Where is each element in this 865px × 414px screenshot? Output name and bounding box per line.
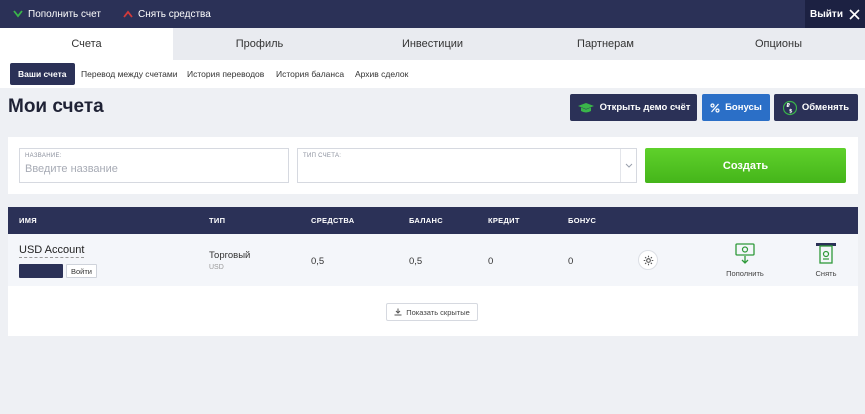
cash-out-icon	[816, 243, 836, 264]
arrow-up-icon	[123, 10, 133, 18]
column-header-name: ИМЯ	[19, 216, 37, 225]
open-demo-account-button[interactable]: Открыть демо счёт	[570, 94, 697, 121]
percent-icon	[710, 102, 720, 113]
show-hidden-label: Показать скрытые	[406, 307, 470, 317]
page-title: Мои счета	[8, 96, 104, 117]
withdraw-button[interactable]: Снять	[808, 242, 844, 278]
account-type-label: ТИП СЧЕТА:	[303, 153, 342, 159]
download-icon	[394, 308, 402, 316]
column-header-type: ТИП	[209, 216, 226, 225]
account-number-badge	[19, 264, 63, 278]
exchange-icon: ₽$	[782, 100, 797, 115]
deposit-account-label: Пополнить счет	[28, 8, 101, 20]
column-header-balance: БАЛАНС	[409, 216, 443, 225]
account-name-link[interactable]: USD Account	[19, 244, 85, 258]
logout-label: Выйти	[810, 8, 843, 20]
account-name-field[interactable]: НАЗВАНИЕ:	[19, 148, 289, 183]
account-type-value: Торговый	[209, 250, 251, 261]
top-bar: Пополнить счет Снять средства Выйти	[0, 0, 865, 28]
chevron-down-icon[interactable]	[620, 149, 636, 182]
main-tabs: Счета Профиль Инвестиции Партнерам Опцио…	[0, 28, 865, 60]
account-credit-value: 0	[488, 256, 494, 267]
subtab-transfer-history[interactable]: История переводов	[179, 63, 272, 85]
exchange-button[interactable]: ₽ $ Обменять	[774, 94, 858, 121]
check-down-icon	[13, 10, 23, 18]
deposit-button[interactable]: Пополнить	[721, 242, 769, 278]
open-demo-account-label: Открыть демо счёт	[599, 102, 691, 113]
withdraw-funds-label: Снять средства	[138, 8, 211, 20]
tab-options[interactable]: Опционы	[692, 28, 865, 60]
subtab-transfer-between-accounts[interactable]: Перевод между счетами	[73, 63, 185, 85]
tab-partners[interactable]: Партнерам	[519, 28, 692, 60]
deposit-label: Пополнить	[726, 269, 764, 278]
account-settings-button[interactable]	[638, 250, 658, 270]
gear-icon	[643, 255, 653, 265]
tab-investments[interactable]: Инвестиции	[346, 28, 519, 60]
create-account-button[interactable]: Создать	[645, 148, 846, 183]
logout-button[interactable]: Выйти	[805, 0, 865, 28]
account-type-select[interactable]: ТИП СЧЕТА:	[297, 148, 637, 183]
table-row: USD Account Войти Торговый USD 0,5 0,5 0…	[8, 234, 858, 286]
graduation-cap-icon	[577, 102, 594, 112]
sub-tabs: Ваши счета Перевод между счетами История…	[0, 60, 865, 88]
account-funds-value: 0,5	[311, 256, 325, 267]
deposit-account-link[interactable]: Пополнить счет	[13, 0, 101, 28]
subtab-trade-archive[interactable]: Архив сделок	[347, 63, 416, 85]
account-bonus-value: 0	[568, 256, 574, 267]
bonuses-label: Бонусы	[725, 102, 762, 113]
withdraw-label: Снять	[815, 269, 837, 278]
withdraw-funds-link[interactable]: Снять средства	[123, 0, 211, 28]
account-currency-value: USD	[209, 264, 224, 271]
login-button[interactable]: Войти	[66, 264, 97, 278]
create-account-panel: НАЗВАНИЕ: ТИП СЧЕТА: Создать	[8, 137, 858, 194]
column-header-bonus: БОНУС	[568, 216, 597, 225]
bonuses-button[interactable]: Бонусы	[702, 94, 770, 121]
close-icon	[849, 8, 860, 20]
exchange-label: Обменять	[801, 102, 850, 113]
column-header-credit: КРЕДИТ	[488, 216, 520, 225]
account-name-label: НАЗВАНИЕ:	[25, 153, 62, 159]
accounts-table-header: ИМЯ ТИП СРЕДСТВА БАЛАНС КРЕДИТ БОНУС	[8, 207, 858, 234]
tab-accounts[interactable]: Счета	[0, 28, 173, 60]
tab-profile[interactable]: Профиль	[173, 28, 346, 60]
svg-text:$: $	[789, 108, 793, 114]
accounts-table-body: USD Account Войти Торговый USD 0,5 0,5 0…	[8, 234, 858, 336]
account-balance-value: 0,5	[409, 256, 423, 267]
cash-in-icon	[735, 243, 755, 264]
subtab-balance-history[interactable]: История баланса	[268, 63, 352, 85]
show-hidden-button[interactable]: Показать скрытые	[386, 303, 478, 321]
subtab-your-accounts[interactable]: Ваши счета	[10, 63, 75, 85]
column-header-funds: СРЕДСТВА	[311, 216, 355, 225]
account-name-input[interactable]	[25, 163, 275, 175]
